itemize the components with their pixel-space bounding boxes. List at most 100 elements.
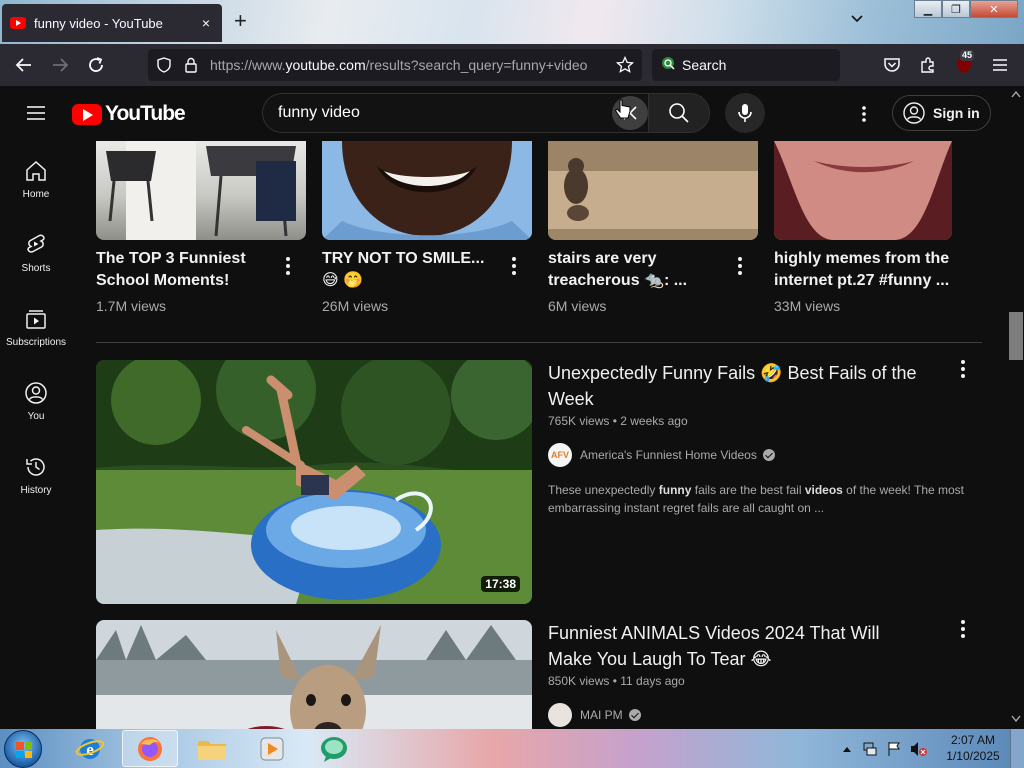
chevron-down-icon[interactable] bbox=[850, 12, 864, 26]
pocket-button[interactable] bbox=[881, 54, 903, 76]
show-desktop-button[interactable] bbox=[1010, 729, 1024, 768]
search-button[interactable] bbox=[648, 93, 710, 133]
extension-badge-count: 45 bbox=[960, 50, 975, 61]
scrollbar-thumb[interactable] bbox=[1009, 312, 1023, 360]
pocket-icon bbox=[884, 58, 900, 72]
sign-in-button[interactable]: Sign in bbox=[892, 95, 991, 131]
shield-icon[interactable] bbox=[156, 57, 172, 73]
url-bar[interactable]: https://www.youtube.com/results?search_q… bbox=[148, 49, 642, 81]
url-text: https://www.youtube.com/results?search_q… bbox=[210, 57, 587, 73]
short-title[interactable]: highly memes from the internet pt.27 #fu… bbox=[774, 248, 954, 292]
video-duration-badge: 17:38 bbox=[481, 576, 520, 592]
sidebar-item-label: You bbox=[27, 411, 45, 422]
start-button[interactable] bbox=[4, 730, 42, 768]
star-icon[interactable] bbox=[616, 56, 634, 74]
more-vertical-icon[interactable] bbox=[730, 256, 750, 276]
volume-muted-icon[interactable] bbox=[910, 741, 928, 757]
video-thumbnail[interactable] bbox=[96, 620, 532, 729]
more-vertical-icon[interactable] bbox=[953, 619, 973, 639]
restore-button[interactable]: ❐ bbox=[942, 0, 970, 18]
desc-highlight: funny bbox=[658, 483, 692, 497]
extensions-button[interactable] bbox=[917, 54, 939, 76]
short-views: 33M views bbox=[774, 298, 841, 314]
tray-expand-icon[interactable] bbox=[842, 745, 852, 753]
windows-logo-icon bbox=[16, 742, 32, 758]
browser-tab-youtube[interactable]: funny video - YouTube × bbox=[2, 4, 222, 42]
short-title[interactable]: The TOP 3 Funniest School Moments! bbox=[96, 248, 284, 292]
subscriptions-icon bbox=[26, 310, 46, 329]
desc-text: fails are the best fail bbox=[691, 483, 805, 497]
video-thumbnail[interactable]: 17:38 bbox=[96, 360, 532, 604]
search-results: The TOP 3 Funniest School Moments! 1.7M … bbox=[72, 141, 1008, 729]
taskbar-internet-explorer[interactable]: e bbox=[62, 730, 118, 767]
sidebar-item-label: Subscriptions bbox=[5, 337, 67, 348]
search-input[interactable] bbox=[278, 104, 578, 122]
tab-title: funny video - YouTube bbox=[34, 15, 163, 31]
action-center-flag-icon[interactable] bbox=[886, 741, 902, 757]
smiling-face-image bbox=[322, 141, 532, 240]
desc-text: These unexpectedly bbox=[548, 483, 659, 497]
url-prefix: https://www. bbox=[210, 57, 286, 73]
short-thumbnail[interactable] bbox=[774, 141, 952, 240]
sidebar-item-subscriptions[interactable]: Subscriptions bbox=[0, 289, 72, 363]
youtube-logo[interactable]: YouTube bbox=[72, 102, 186, 126]
network-icon[interactable] bbox=[862, 741, 878, 757]
browser-search-field[interactable]: Search bbox=[652, 49, 840, 81]
voice-search-button[interactable] bbox=[725, 93, 765, 133]
home-icon bbox=[26, 160, 46, 181]
reload-button[interactable] bbox=[85, 54, 107, 76]
system-tray bbox=[842, 729, 928, 768]
page-scrollbar[interactable] bbox=[1008, 86, 1024, 729]
more-vertical-icon[interactable] bbox=[504, 256, 524, 276]
back-button[interactable] bbox=[13, 54, 35, 76]
puzzle-icon bbox=[921, 57, 934, 73]
clock-date: 1/10/2025 bbox=[946, 749, 1000, 763]
more-vertical-icon[interactable] bbox=[278, 256, 298, 276]
sidebar-item-shorts[interactable]: Shorts bbox=[0, 215, 72, 289]
short-thumbnail[interactable] bbox=[96, 141, 306, 240]
verified-check-icon bbox=[762, 449, 775, 461]
sidebar-item-history[interactable]: History bbox=[0, 437, 72, 511]
internet-explorer-icon: e bbox=[75, 738, 105, 759]
scroll-down-icon[interactable] bbox=[1011, 715, 1021, 723]
minimize-button[interactable]: ▁ bbox=[914, 0, 942, 18]
video-title[interactable]: Unexpectedly Funny Fails 🤣 Best Fails of… bbox=[548, 360, 928, 412]
video-title[interactable]: Funniest ANIMALS Videos 2024 That Will M… bbox=[548, 620, 928, 672]
scroll-up-icon[interactable] bbox=[1011, 90, 1021, 98]
deer-image bbox=[96, 620, 532, 729]
more-vertical-icon[interactable] bbox=[953, 359, 973, 379]
taskbar-firefox[interactable] bbox=[122, 730, 178, 767]
guide-menu-button[interactable] bbox=[24, 101, 48, 125]
url-host: youtube.com bbox=[285, 57, 366, 73]
taskbar-media-player[interactable] bbox=[244, 730, 300, 767]
account-circle-icon bbox=[903, 102, 925, 124]
youtube-mini-guide: Home Shorts Subscriptions You History bbox=[0, 141, 72, 729]
taskbar-file-explorer[interactable] bbox=[184, 730, 240, 767]
sidebar-item-home[interactable]: Home bbox=[0, 141, 72, 215]
tab-close-icon[interactable]: × bbox=[198, 15, 214, 31]
channel-link[interactable]: MAI PM bbox=[548, 703, 641, 727]
short-views: 26M views bbox=[322, 298, 389, 314]
settings-more-button[interactable] bbox=[850, 100, 878, 128]
short-views: 6M views bbox=[548, 298, 607, 314]
pool-fail-image bbox=[96, 360, 532, 604]
arrow-left-icon bbox=[15, 58, 31, 72]
taskbar-app[interactable] bbox=[306, 730, 362, 767]
sign-in-label: Sign in bbox=[933, 105, 980, 121]
channel-link[interactable]: AFV America's Funniest Home Videos bbox=[548, 443, 775, 467]
search-box[interactable] bbox=[262, 93, 648, 133]
short-thumbnail[interactable] bbox=[322, 141, 532, 240]
app-menu-button[interactable] bbox=[989, 54, 1011, 76]
desc-highlight: videos bbox=[804, 483, 843, 497]
forward-button[interactable] bbox=[49, 54, 71, 76]
taskbar-clock[interactable]: 2:07 AM 1/10/2025 bbox=[942, 732, 1004, 764]
new-tab-button[interactable]: + bbox=[234, 10, 247, 32]
sidebar-item-you[interactable]: You bbox=[0, 363, 72, 437]
short-title[interactable]: stairs are very treacherous 🐀: ... bbox=[548, 248, 718, 292]
folder-icon bbox=[198, 740, 226, 760]
window-close-button[interactable]: ✕ bbox=[970, 0, 1018, 18]
short-thumbnail[interactable] bbox=[548, 141, 758, 240]
lock-icon[interactable] bbox=[184, 57, 198, 73]
channel-avatar: AFV bbox=[548, 443, 572, 467]
short-title[interactable]: TRY NOT TO SMILE... 😅 🤭 bbox=[322, 248, 502, 292]
